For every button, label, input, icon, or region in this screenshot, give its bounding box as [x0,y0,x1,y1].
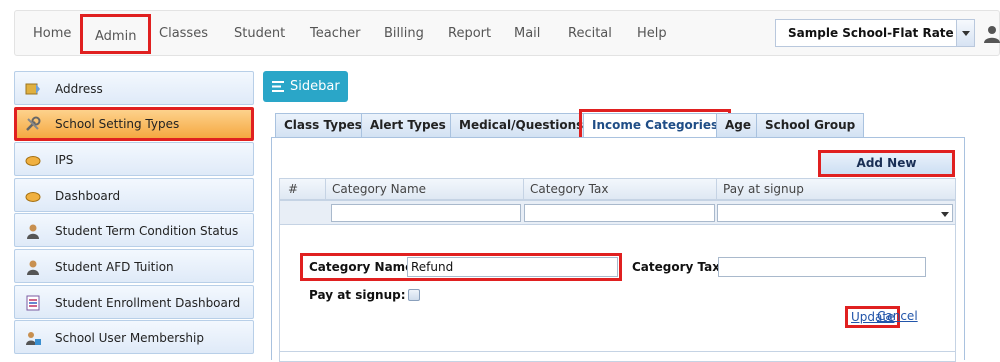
nav-classes[interactable]: Classes [159,11,208,57]
sidebar-item-address[interactable]: Address [14,71,254,105]
sidebar-item-label: Student Term Condition Status [55,224,239,239]
nav-student[interactable]: Student [234,11,285,57]
nav-teacher[interactable]: Teacher [310,11,360,57]
sidebar-item-label: IPS [55,153,74,168]
tab-medical-questions[interactable]: Medical/Questions [450,113,593,137]
sidebar-item-dashboard[interactable]: Dashboard [14,177,254,212]
users-icon [26,332,41,346]
tab-age[interactable]: Age [716,113,761,137]
grid-filter-row [279,200,956,225]
sidebar-item-label: Address [55,82,103,96]
enrollment-icon [26,295,40,311]
chevron-down-icon[interactable] [956,20,974,46]
dashboard-icon [25,191,41,202]
tab-class-types[interactable]: Class Types [275,113,371,137]
nav-home[interactable]: Home [33,11,71,57]
cancel-link[interactable]: Cancel [877,309,918,323]
sidebar-item-label: School User Membership [55,331,204,346]
ips-icon [25,156,41,167]
sidebar-item-label: Student AFD Tuition [55,259,174,274]
nav-report[interactable]: Report [448,11,491,57]
add-new-categories-button[interactable]: Add New Categories [818,150,955,191]
sidebar-item-student-term-condition-status[interactable]: Student Term Condition Status [14,213,254,248]
column-header-index[interactable]: # [280,179,325,199]
sidebar-item-label: School Setting Types [55,116,180,131]
sidebar-item-school-user-membership[interactable]: School User Membership [14,320,254,355]
sidebar-item-label: Student Enrollment Dashboard [55,295,241,310]
category-name-label: Category Name: [309,260,419,274]
category-name-input[interactable]: Refund [407,257,618,277]
nav-admin[interactable]: Admin [80,14,152,54]
top-navbar: Home Admin Classes Student Teacher Billi… [14,10,1000,56]
user-icon[interactable] [983,25,1000,43]
column-header-pay-at-signup[interactable]: Pay at signup [716,179,956,199]
pay-at-signup-label: Pay at signup: [309,288,406,302]
pay-at-signup-checkbox[interactable] [408,289,420,301]
grid-row [279,352,956,362]
student-icon [27,224,39,240]
grid-header: # Category Name Category Tax Pay at sign… [279,178,956,200]
nav-help[interactable]: Help [637,11,667,57]
nav-recital[interactable]: Recital [568,11,612,57]
sidebar: Address School Setting Types IPS Dashboa… [14,71,254,356]
category-tax-input[interactable] [718,257,926,277]
tab-alert-types[interactable]: Alert Types [361,113,455,137]
school-select-value: Sample School-Flat Rate [788,26,954,40]
tab-school-group[interactable]: School Group [756,113,865,137]
address-icon [25,83,40,95]
nav-billing[interactable]: Billing [384,11,424,57]
student-icon [27,260,39,275]
sidebar-toggle-button[interactable]: Sidebar [263,71,348,102]
menu-icon [272,81,284,92]
sidebar-toggle-label: Sidebar [290,79,340,94]
nav-mail[interactable]: Mail [514,11,540,57]
filter-pay-at-signup-select[interactable] [717,204,953,222]
category-tax-label: Category Tax: [632,260,725,274]
filter-category-name-input[interactable] [331,204,521,222]
tab-income-categories[interactable]: Income Categories [578,109,732,141]
filter-category-tax-input[interactable] [524,204,715,222]
column-header-category-name[interactable]: Category Name [325,179,523,199]
sidebar-item-label: Dashboard [55,188,121,203]
column-header-category-tax[interactable]: Category Tax [523,179,716,199]
sidebar-item-ips[interactable]: IPS [14,142,254,177]
tools-icon [26,116,41,131]
school-select[interactable]: Sample School-Flat Rate [775,19,975,47]
chevron-down-icon [941,212,949,217]
sidebar-item-school-setting-types[interactable]: School Setting Types [14,106,254,141]
sidebar-item-student-afd-tuition[interactable]: Student AFD Tuition [14,248,254,283]
sidebar-item-student-enrollment-dashboard[interactable]: Student Enrollment Dashboard [14,284,254,319]
